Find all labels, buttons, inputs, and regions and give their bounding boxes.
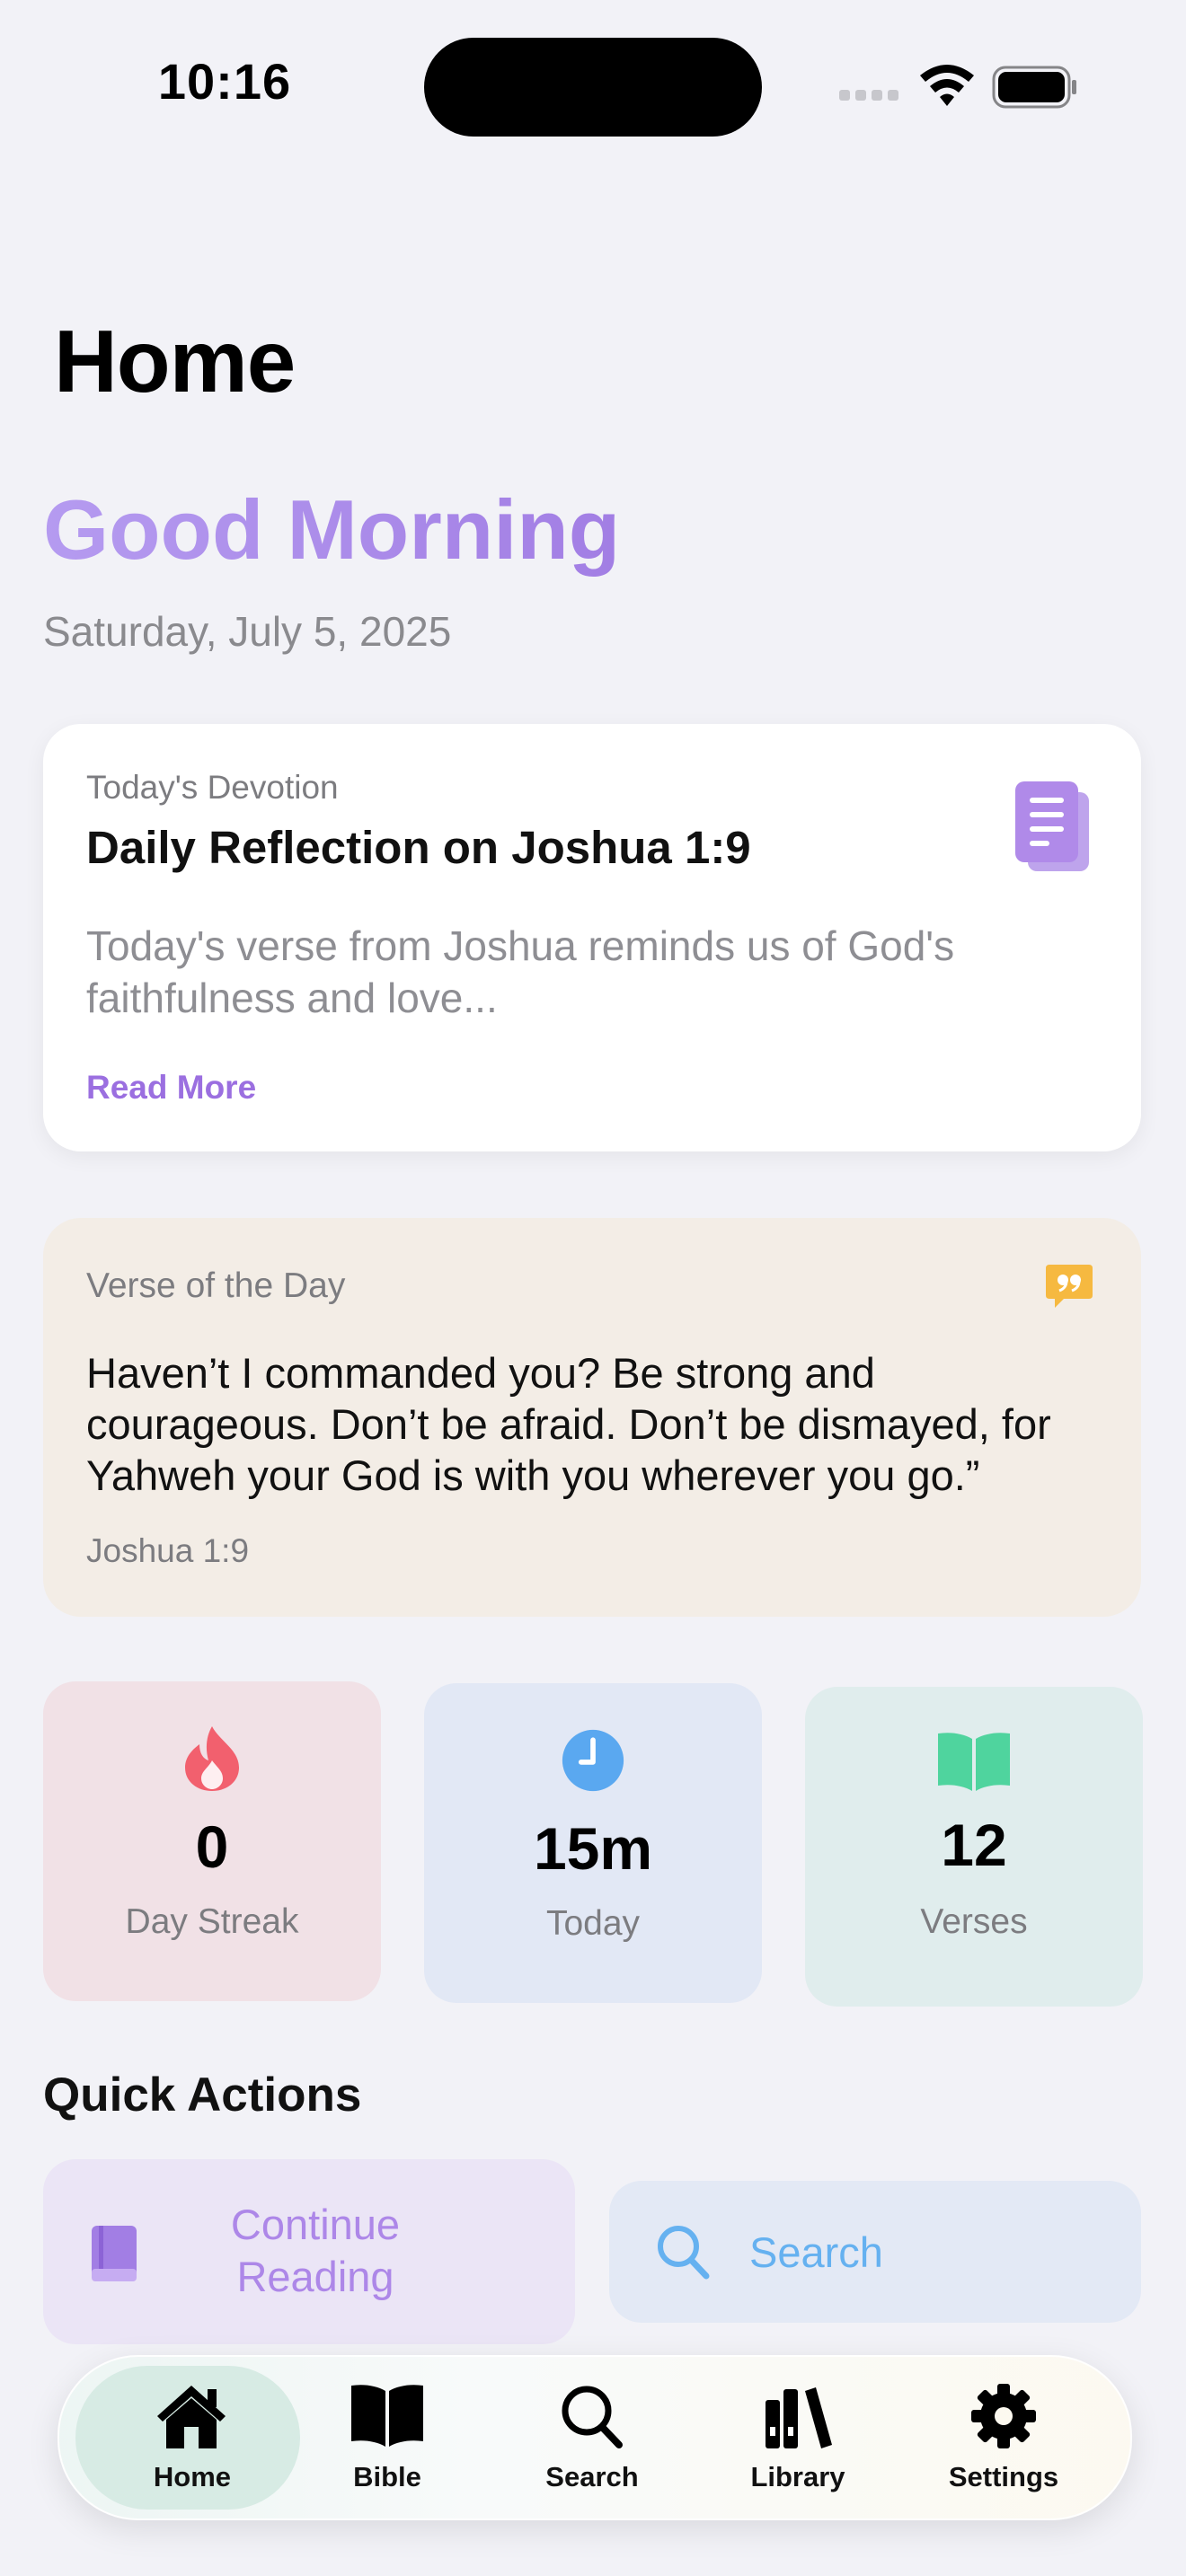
status-time: 10:16 — [157, 53, 292, 110]
tab-label: Library — [750, 2461, 845, 2492]
read-more-link[interactable]: Read More — [86, 1069, 256, 1107]
stat-label: Today — [545, 1904, 641, 1943]
stat-today: 15m Today — [424, 1683, 762, 2003]
tab-home[interactable]: Home — [66, 2357, 309, 2519]
devotion-card[interactable]: Today's Devotion Daily Reflection on Jos… — [43, 724, 1141, 1151]
quote-icon — [1046, 1265, 1093, 1308]
stat-label: Day Streak — [125, 1902, 299, 1941]
verse-text: Haven’t I commanded you? Be strong and c… — [86, 1349, 1051, 1499]
tab-bible[interactable]: Bible — [284, 2357, 491, 2519]
greeting: Good Morning — [43, 482, 621, 577]
stat-verses: 12 Verses — [805, 1687, 1143, 2007]
tab-bar: Home Bible Search Library Settings — [58, 2355, 1132, 2520]
search-action-button[interactable]: Search — [609, 2181, 1141, 2323]
document-icon — [1015, 781, 1089, 871]
page-title: Home — [54, 312, 296, 410]
stat-label: Verses — [920, 1902, 1028, 1941]
stat-value: 15m — [533, 1815, 653, 1882]
library-icon — [766, 2387, 832, 2448]
stat-value: 12 — [941, 1812, 1007, 1878]
tab-label: Settings — [948, 2461, 1059, 2492]
continue-reading-button[interactable]: Continue Reading — [43, 2159, 575, 2344]
battery-icon — [992, 66, 1076, 109]
tab-label: Bible — [353, 2461, 421, 2492]
tab-search[interactable]: Search — [489, 2357, 695, 2519]
book-icon — [92, 2226, 137, 2281]
devotion-summary: Today's verse from Joshua reminds us of … — [86, 922, 955, 1021]
bible-icon — [351, 2385, 423, 2447]
stat-day-streak: 0 Day Streak — [43, 1681, 381, 2001]
search-action-label: Search — [749, 2228, 883, 2276]
devotion-kicker: Today's Devotion — [86, 769, 339, 806]
verse-reference: Joshua 1:9 — [86, 1532, 250, 1569]
cellular-signal-icon — [839, 90, 900, 104]
wifi-icon — [920, 65, 974, 106]
clock-icon — [562, 1729, 624, 1792]
verse-kicker: Verse of the Day — [86, 1266, 346, 1305]
continue-reading-label: Continue Reading — [230, 2201, 401, 2300]
search-icon — [562, 2386, 623, 2448]
house-icon — [157, 2386, 226, 2448]
tab-label: Home — [153, 2461, 232, 2492]
tab-settings[interactable]: Settings — [900, 2357, 1107, 2519]
magnifier-icon — [658, 2226, 710, 2280]
stat-value: 0 — [195, 1813, 229, 1880]
devotion-title: Daily Reflection on Joshua 1:9 — [86, 822, 751, 873]
tab-library[interactable]: Library — [695, 2357, 901, 2519]
gear-icon — [971, 2384, 1036, 2448]
dynamic-island — [424, 38, 762, 137]
verse-of-the-day-card[interactable]: Verse of the Day Haven’t I commanded you… — [43, 1218, 1141, 1617]
current-date: Saturday, July 5, 2025 — [43, 608, 452, 655]
quick-actions-heading: Quick Actions — [43, 2069, 362, 2122]
flame-icon — [185, 1726, 239, 1791]
open-book-icon — [938, 1733, 1010, 1791]
tab-label: Search — [545, 2461, 639, 2492]
